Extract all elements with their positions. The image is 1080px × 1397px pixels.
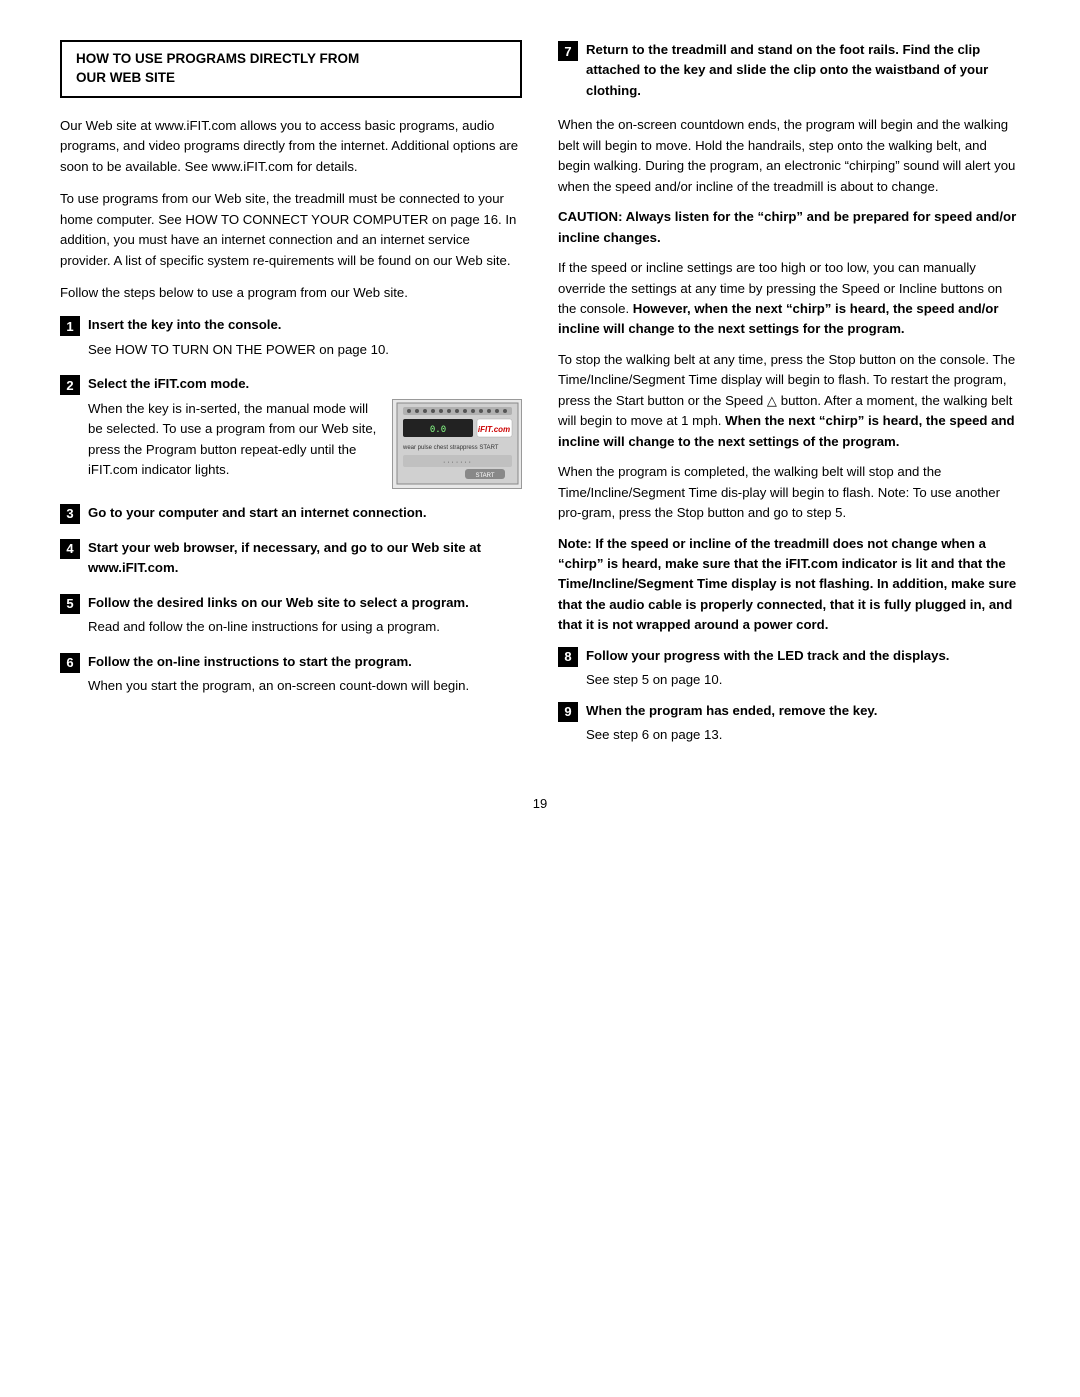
step-1-number: 1: [60, 316, 80, 336]
step-8-body: See step 5 on page 10.: [586, 670, 1020, 690]
step-5: 5 Follow the desired links on our Web si…: [60, 593, 522, 638]
caution-text: CAUTION: Always listen for the “chirp” a…: [558, 207, 1020, 248]
step-2-title: Select the iFIT.com mode.: [88, 376, 249, 391]
step-3-number: 3: [60, 504, 80, 524]
svg-text:START: START: [475, 473, 494, 479]
header-title: HOW TO USE PROGRAMS DIRECTLY FROM OUR WE…: [76, 50, 506, 88]
step-6-number: 6: [60, 653, 80, 673]
right-para-3: To stop the walking belt at any time, pr…: [558, 350, 1020, 452]
note-text: Note: If the speed or incline of the tre…: [558, 534, 1020, 636]
step-9-number: 9: [558, 702, 578, 722]
step-2-inner: When the key is in-serted, the manual mo…: [88, 399, 522, 489]
svg-text:· · · · · · ·: · · · · · · ·: [443, 459, 471, 466]
step-4-number: 4: [60, 539, 80, 559]
svg-text:wear pulse chest strap: wear pulse chest strap: [402, 445, 464, 451]
step-9: 9 When the program has ended, remove the…: [558, 701, 1020, 746]
step-4: 4 Start your web browser, if necessary, …: [60, 538, 522, 579]
step-8-number: 8: [558, 647, 578, 667]
step-6: 6 Follow the on-line instructions to sta…: [60, 652, 522, 697]
step-5-number: 5: [60, 594, 80, 614]
step-9-body: See step 6 on page 13.: [586, 725, 1020, 745]
left-column: HOW TO USE PROGRAMS DIRECTLY FROM OUR WE…: [60, 40, 522, 756]
step-5-content: Follow the desired links on our Web site…: [88, 593, 522, 638]
step-7: 7 Return to the treadmill and stand on t…: [558, 40, 1020, 101]
step-2-content: Select the iFIT.com mode. When the key i…: [88, 374, 522, 488]
step-4-content: Start your web browser, if necessary, an…: [88, 538, 522, 579]
step-8-content: Follow your progress with the LED track …: [586, 646, 1020, 691]
step-2-number: 2: [60, 375, 80, 395]
step-5-body: Read and follow the on-line instructions…: [88, 617, 522, 637]
section-header-box: HOW TO USE PROGRAMS DIRECTLY FROM OUR WE…: [60, 40, 522, 98]
step-2-body-text: When the key is in-serted, the manual mo…: [88, 399, 382, 481]
step-1-content: Insert the key into the console. See HOW…: [88, 315, 522, 360]
step-4-title: Start your web browser, if necessary, an…: [88, 540, 481, 575]
svg-text:0.0: 0.0: [429, 425, 445, 435]
right-para-1: When the on-screen countdown ends, the p…: [558, 115, 1020, 197]
page-number: 19: [60, 796, 1020, 811]
step-6-body: When you start the program, an on-screen…: [88, 676, 522, 696]
step-7-content: Return to the treadmill and stand on the…: [586, 40, 1020, 101]
step-7-number: 7: [558, 41, 578, 61]
console-image: 0.0 iFIT.com wear pulse chest strap pres…: [392, 399, 522, 489]
step-3-content: Go to your computer and start an interne…: [88, 503, 522, 523]
step-3: 3 Go to your computer and start an inter…: [60, 503, 522, 524]
step-2: 2 Select the iFIT.com mode. When the key…: [60, 374, 522, 488]
step-5-title: Follow the desired links on our Web site…: [88, 595, 469, 610]
intro-para-2: To use programs from our Web site, the t…: [60, 189, 522, 271]
svg-text:press START: press START: [463, 445, 499, 451]
svg-text:iFIT.com: iFIT.com: [477, 425, 509, 434]
right-para-4: When the program is completed, the walki…: [558, 462, 1020, 523]
intro-para-1: Our Web site at www.iFIT.com allows you …: [60, 116, 522, 177]
intro-para-3: Follow the steps below to use a program …: [60, 283, 522, 303]
step-6-title: Follow the on-line instructions to start…: [88, 654, 412, 669]
step-7-title: Return to the treadmill and stand on the…: [586, 42, 988, 98]
step-8: 8 Follow your progress with the LED trac…: [558, 646, 1020, 691]
step-9-title: When the program has ended, remove the k…: [586, 703, 877, 718]
step-3-title: Go to your computer and start an interne…: [88, 505, 427, 520]
step-1-body: See HOW TO TURN ON THE POWER on page 10.: [88, 340, 522, 360]
step-9-content: When the program has ended, remove the k…: [586, 701, 1020, 746]
right-para-2: If the speed or incline settings are too…: [558, 258, 1020, 340]
right-column: 7 Return to the treadmill and stand on t…: [558, 40, 1020, 756]
step-1: 1 Insert the key into the console. See H…: [60, 315, 522, 360]
step-8-title: Follow your progress with the LED track …: [586, 648, 949, 663]
step-1-title: Insert the key into the console.: [88, 317, 281, 332]
step-6-content: Follow the on-line instructions to start…: [88, 652, 522, 697]
